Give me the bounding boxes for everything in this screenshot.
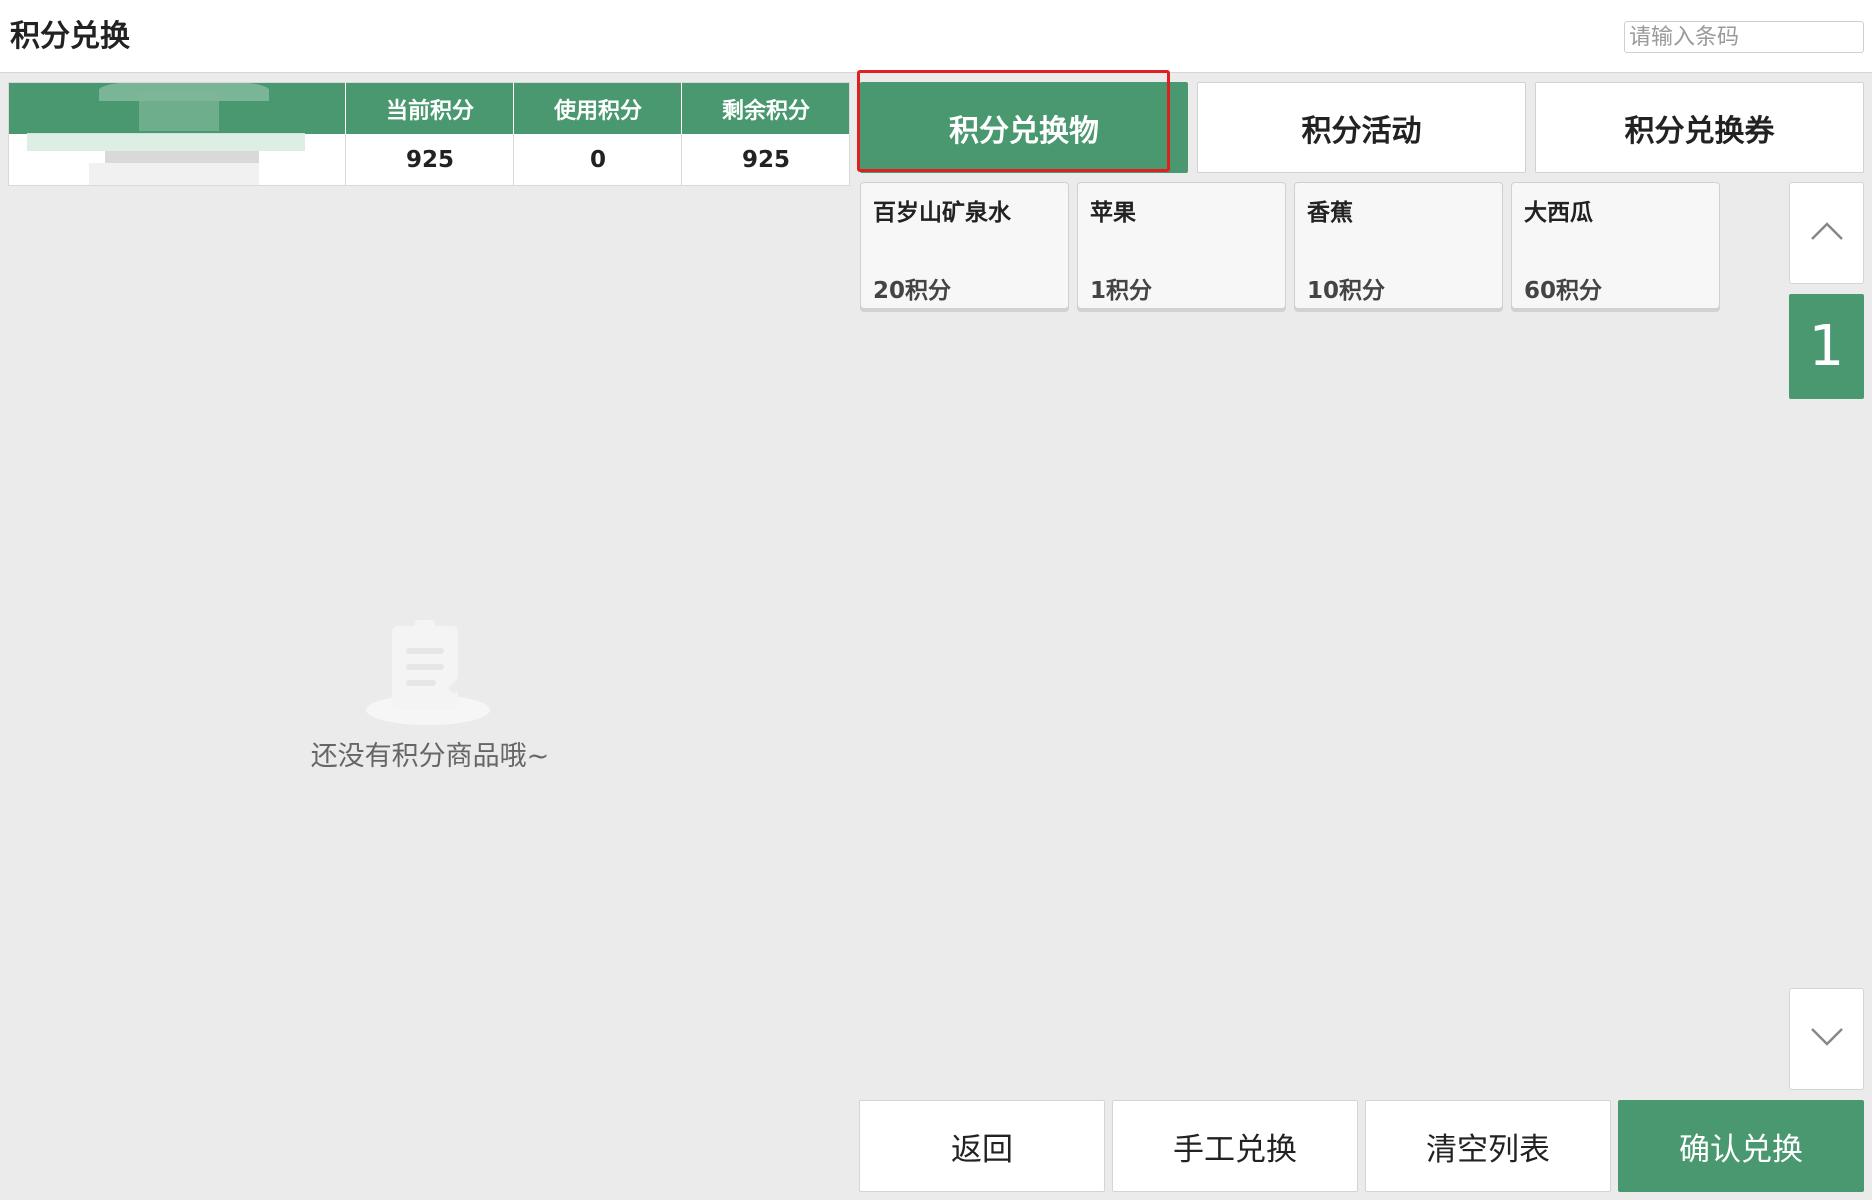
product-points: 10积分 [1307,278,1386,304]
remaining-points-value: 925 [681,134,850,185]
page-down-button[interactable] [1789,988,1864,1090]
product-name: 苹果 [1090,200,1136,226]
confirm-exchange-button[interactable]: 确认兑换 [1618,1100,1864,1192]
column-current-points: 当前积分 [345,83,514,134]
product-points: 1积分 [1090,278,1153,304]
tab-points-activity[interactable]: 积分活动 [1197,82,1526,173]
clear-list-button[interactable]: 清空列表 [1365,1100,1611,1192]
product-card[interactable]: 百岁山矿泉水 20积分 [860,182,1069,309]
product-points: 60积分 [1524,278,1603,304]
tab-points-coupon[interactable]: 积分兑换券 [1535,82,1864,173]
barcode-input[interactable] [1624,21,1864,53]
used-points-value: 0 [513,134,682,185]
product-card[interactable]: 大西瓜 60积分 [1511,182,1720,309]
tab-points-goods[interactable]: 积分兑换物 [860,82,1188,173]
page-up-button[interactable] [1789,182,1864,284]
current-points-value: 925 [345,134,514,185]
chevron-down-icon [1809,1026,1845,1052]
header-bar [0,0,1872,73]
chevron-up-icon [1809,220,1845,246]
manual-exchange-button[interactable]: 手工兑换 [1112,1100,1358,1192]
product-name: 香蕉 [1307,200,1353,226]
column-remaining-points: 剩余积分 [681,83,850,134]
product-points: 20积分 [873,278,952,304]
clipboard-icon [362,618,492,728]
page-number: 1 [1789,294,1864,399]
product-name: 百岁山矿泉水 [873,200,1011,226]
product-name: 大西瓜 [1524,200,1593,226]
empty-state-text: 还没有积分商品哦~ [310,741,550,772]
page-title: 积分兑换 [10,19,130,54]
product-card[interactable]: 苹果 1积分 [1077,182,1286,309]
member-points-table: 当前积分 使用积分 剩余积分 925 0 925 [8,82,850,186]
member-info-blurred [9,83,345,185]
back-button[interactable]: 返回 [859,1100,1105,1192]
product-card[interactable]: 香蕉 10积分 [1294,182,1503,309]
column-used-points: 使用积分 [513,83,682,134]
